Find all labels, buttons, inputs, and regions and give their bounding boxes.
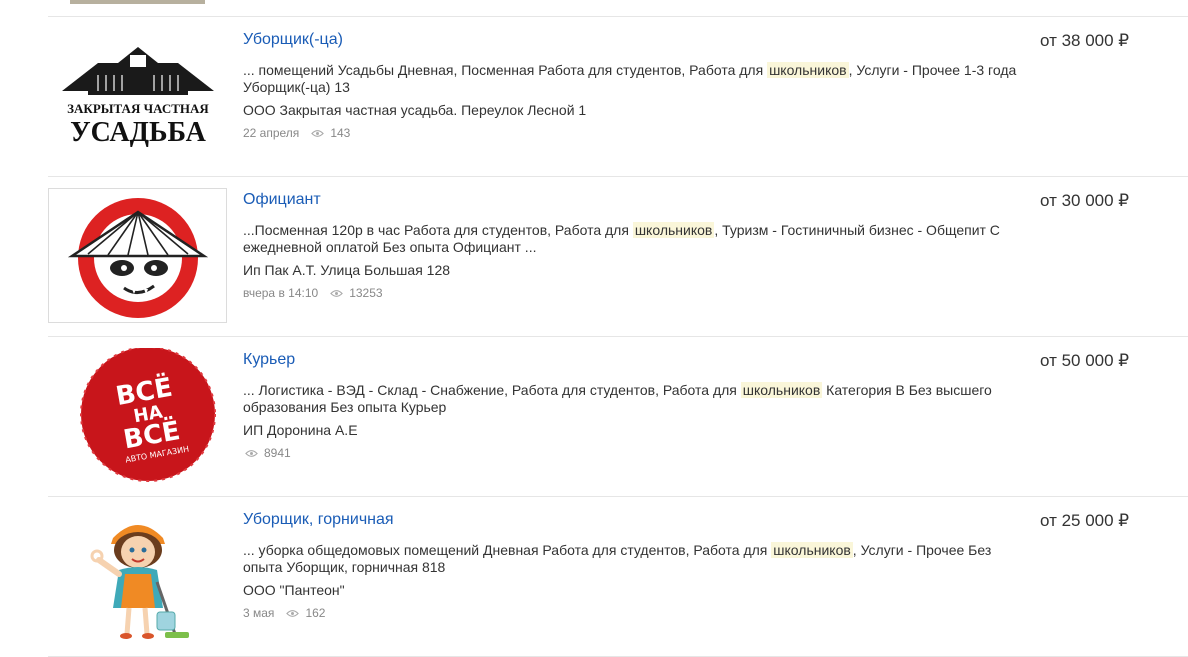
eye-icon (311, 129, 325, 137)
vacancy-title-link[interactable]: Уборщик(-ца) (243, 30, 343, 50)
vacancy-title-link[interactable]: Уборщик, горничная (243, 510, 394, 530)
vacancy-listing-2: Официант ...Посменная 120р в час Работа … (48, 176, 1188, 336)
vacancy-snippet: ... уборка общедомовых помещений Дневная… (243, 542, 1033, 576)
publish-date: 3 мая (243, 606, 275, 620)
cleaning-lady-logo-icon (90, 525, 189, 639)
company-name: ИП Доронина А.Е (243, 422, 358, 438)
company-logo[interactable] (48, 188, 227, 323)
company-logo[interactable] (48, 508, 227, 643)
vacancy-title-link[interactable]: Курьер (243, 350, 295, 370)
panda-conical-hat-logo-icon (67, 197, 208, 318)
listing-meta: 22 апреля 143 (243, 125, 1033, 141)
views-count: 8941 (264, 446, 291, 460)
manor-logo-icon: ЗАКРЫТАЯ ЧАСТНАЯ УСАДЬБА (61, 46, 214, 148)
vacancy-snippet: ... Логистика - ВЭД - Склад - Снабжение,… (243, 382, 1033, 416)
company-name: ООО "Пантеон" (243, 582, 345, 598)
salary: от 25 000 ₽ (1040, 511, 1130, 530)
auto-shop-logo-icon: ВСЁ НА ВСЁ АВТО МАГАЗИН (79, 348, 216, 482)
listing-meta: 3 мая 162 (243, 605, 1033, 621)
previous-listing-thumbnail-edge (70, 0, 205, 4)
search-highlight: школьников (771, 542, 853, 558)
search-highlight: школьников (767, 62, 849, 78)
listing-meta: вчера в 14:10 13253 (243, 285, 1033, 301)
company-logo[interactable]: ВСЁ НА ВСЁ АВТО МАГАЗИН (48, 348, 227, 483)
vacancy-listing-4: Уборщик, горничная ... уборка общедомовы… (48, 496, 1188, 656)
vacancy-snippet: ... помещений Усадьбы Дневная, Посменная… (243, 62, 1033, 96)
salary: от 38 000 ₽ (1040, 31, 1130, 50)
svg-text:УСАДЬБА: УСАДЬБА (70, 117, 207, 148)
views-count: 143 (330, 126, 351, 140)
search-highlight: школьников (632, 222, 715, 238)
publish-date: 22 апреля (243, 126, 300, 140)
snippet-text: ...Посменная 120р в час Работа для студе… (243, 222, 633, 238)
snippet-text: ... помещений Усадьбы Дневная, Посменная… (243, 62, 768, 78)
vacancy-listing-1: ЗАКРЫТАЯ ЧАСТНАЯ УСАДЬБА Уборщик(-ца) ..… (48, 16, 1188, 176)
svg-text:ЗАКРЫТАЯ ЧАСТНАЯ: ЗАКРЫТАЯ ЧАСТНАЯ (67, 101, 209, 116)
views-counter: 162 (286, 605, 325, 621)
eye-icon (330, 289, 344, 297)
views-counter: 8941 (245, 445, 291, 461)
company-logo[interactable]: ЗАКРЫТАЯ ЧАСТНАЯ УСАДЬБА (48, 28, 227, 163)
company-name: Ип Пак А.Т. Улица Большая 128 (243, 262, 451, 278)
eye-icon (245, 449, 258, 457)
salary: от 50 000 ₽ (1040, 351, 1130, 370)
salary: от 30 000 ₽ (1040, 191, 1130, 210)
vacancy-snippet: ...Посменная 120р в час Работа для студе… (243, 222, 1033, 256)
views-count: 162 (305, 606, 326, 620)
snippet-text: ... Логистика - ВЭД - Склад - Снабжение,… (243, 382, 741, 398)
search-highlight: школьников (740, 382, 823, 398)
company-name: ООО Закрытая частная усадьба. Переулок Л… (243, 102, 587, 118)
eye-icon (286, 609, 300, 617)
views-counter: 13253 (330, 285, 383, 301)
snippet-text: ... уборка общедомовых помещений Дневная… (243, 542, 772, 558)
listing-meta: 8941 (243, 445, 1033, 461)
vacancy-title-link[interactable]: Официант (243, 190, 321, 210)
vacancy-listing-3: ВСЁ НА ВСЁ АВТО МАГАЗИН Курьер ... Логис… (48, 336, 1188, 496)
publish-date: вчера в 14:10 (243, 286, 319, 300)
views-counter: 143 (311, 125, 350, 141)
views-count: 13253 (349, 286, 383, 300)
